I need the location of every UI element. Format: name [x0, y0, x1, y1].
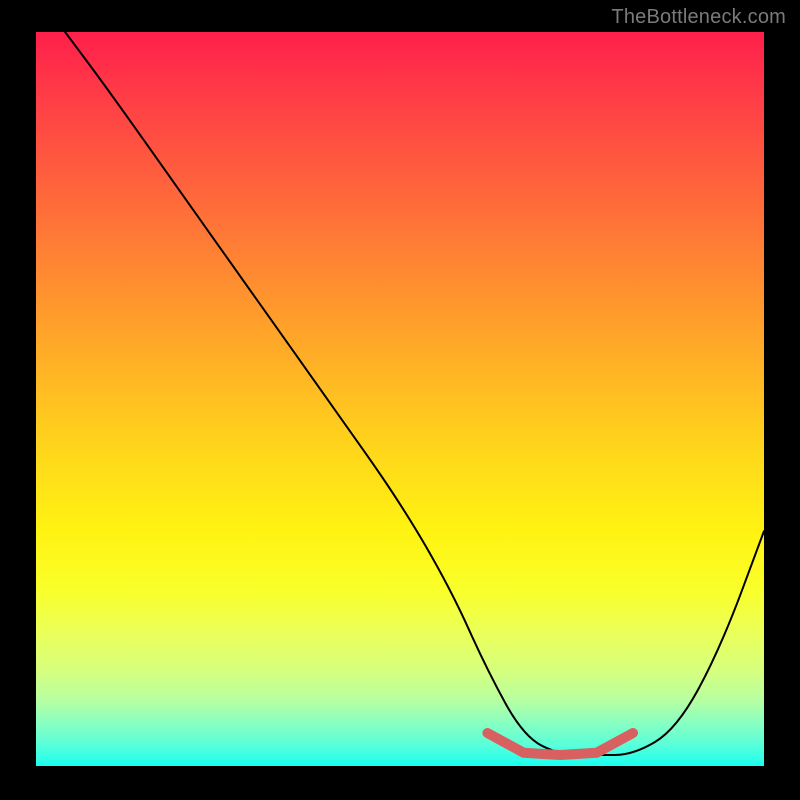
watermark-text: TheBottleneck.com	[611, 6, 786, 29]
optimal-zone-path	[487, 733, 633, 755]
bottleneck-curve-path	[65, 32, 764, 755]
chart-frame: TheBottleneck.com	[0, 0, 800, 800]
curve-svg	[36, 32, 764, 766]
plot-area	[36, 32, 764, 766]
